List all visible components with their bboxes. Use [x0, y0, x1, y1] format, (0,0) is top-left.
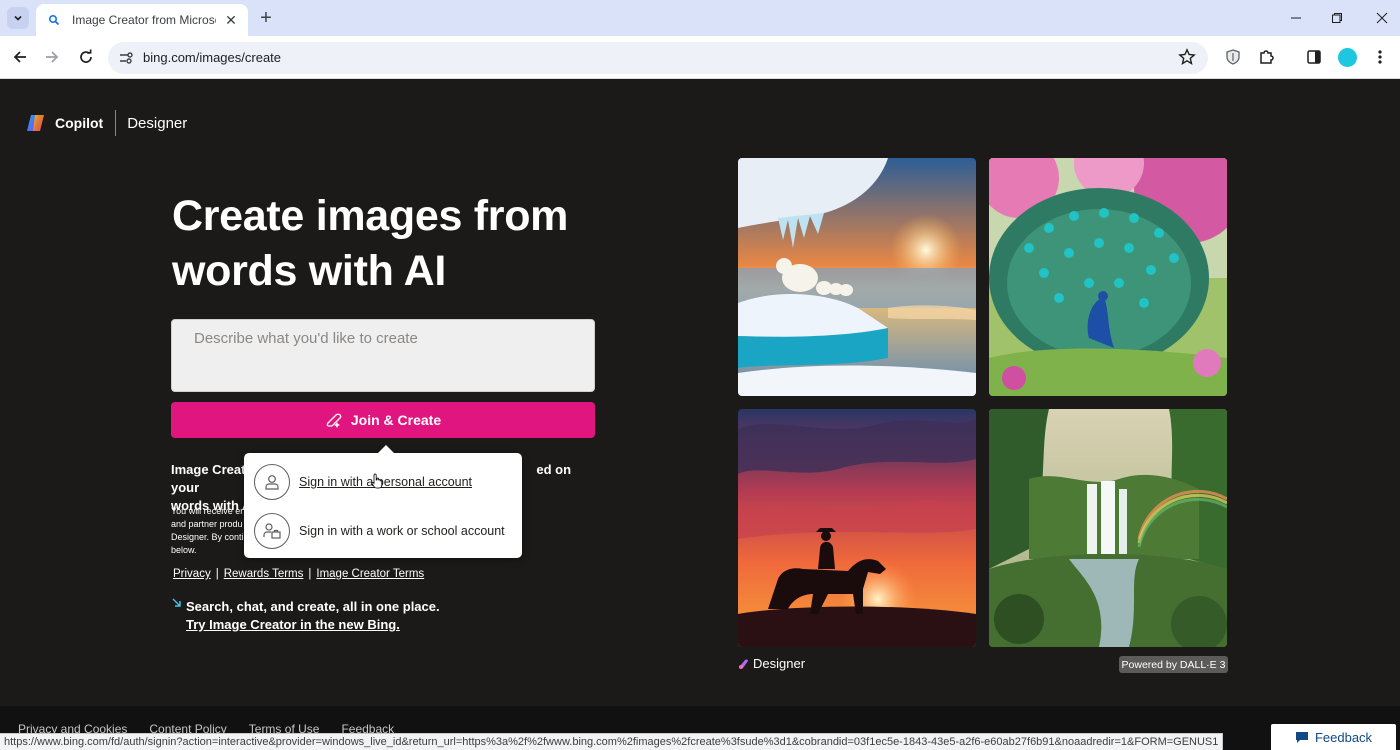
gallery-image-peacock[interactable] [989, 158, 1227, 396]
status-bar-url: https://www.bing.com/fd/auth/signin?acti… [0, 733, 1224, 750]
new-tab-button[interactable]: + [257, 8, 275, 28]
disclaimer-heading-part1: Image Creato [171, 462, 254, 477]
browser-toolbar: bing.com/images/create [0, 36, 1400, 79]
address-bar[interactable]: bing.com/images/create [108, 42, 1208, 74]
feedback-button[interactable]: Feedback [1271, 724, 1396, 750]
hero-title: Create images from words with AI [172, 192, 569, 295]
spark-arrow-icon [172, 598, 181, 607]
work-account-icon [254, 513, 290, 549]
tab-title: Image Creator from Microsoft D [72, 13, 216, 27]
gallery-image-cowboy-sunset[interactable] [738, 409, 976, 647]
join-create-button[interactable]: Join & Create [171, 402, 595, 438]
gallery-image-polar-bears[interactable] [738, 158, 976, 396]
gallery-designer-label: Designer [753, 656, 806, 671]
tab-close-icon[interactable]: ✕ [222, 11, 240, 29]
close-window-icon[interactable] [1374, 10, 1390, 26]
feedback-button-label: Feedback [1314, 729, 1373, 745]
rewards-terms-link[interactable]: Rewards Terms [224, 568, 304, 580]
signin-personal-option[interactable]: Sign in with a personal account [254, 463, 516, 501]
forward-arrow-icon[interactable] [42, 47, 62, 67]
browser-tab-bar: Image Creator from Microsoft D ✕ + [0, 0, 1400, 36]
gallery-designer-brand: Designer [738, 656, 805, 671]
browser-tab[interactable]: Image Creator from Microsoft D ✕ [36, 4, 248, 36]
reload-icon[interactable] [76, 47, 96, 67]
bookmark-star-icon[interactable] [1178, 48, 1196, 66]
tab-search-button[interactable] [7, 7, 29, 29]
page-content: Copilot Designer Create images from word… [0, 79, 1400, 750]
hand-cursor-icon [371, 473, 383, 489]
try-new-bing-link[interactable]: Try Image Creator in the new Bing. [186, 617, 400, 632]
brand-divider [115, 110, 117, 136]
minimize-icon[interactable] [1288, 10, 1304, 26]
terms-separator: | [308, 568, 312, 580]
restore-icon[interactable] [1329, 10, 1345, 26]
designer-logo-icon [739, 658, 748, 669]
designer-label: Designer [127, 114, 188, 132]
signin-work-label: Sign in with a work or school account [299, 524, 505, 538]
side-panel-icon[interactable] [1305, 48, 1323, 66]
more-menu-icon[interactable] [1371, 48, 1389, 66]
copilot-label: Copilot [55, 115, 104, 131]
site-info-icon[interactable] [118, 50, 134, 66]
profile-avatar[interactable] [1338, 48, 1357, 67]
prompt-input-container [171, 319, 595, 392]
gallery-image-waterfall[interactable] [989, 409, 1227, 647]
extensions-puzzle-icon[interactable] [1257, 48, 1275, 66]
signin-personal-label: Sign in with a personal account [299, 475, 473, 489]
join-create-label: Join & Create [350, 412, 442, 428]
bing-search-favicon-icon [46, 12, 62, 28]
terms-separator: | [215, 568, 219, 580]
signin-work-option[interactable]: Sign in with a work or school account [254, 512, 516, 550]
chevron-down-icon [14, 15, 22, 21]
image-creator-terms-link[interactable]: Image Creator Terms [316, 568, 424, 580]
feedback-chat-icon [1295, 731, 1308, 743]
dalle-badge: Powered by DALL·E 3 [1119, 656, 1228, 673]
terms-links: Privacy | Rewards Terms | Image Creator … [173, 568, 424, 580]
personal-account-icon [254, 464, 290, 500]
signin-menu: Sign in with a personal account Sign in … [244, 445, 522, 558]
brush-sparkle-icon [326, 413, 342, 428]
shield-extension-icon[interactable] [1224, 48, 1242, 66]
prompt-input[interactable] [172, 320, 594, 391]
privacy-link[interactable]: Privacy [173, 568, 211, 580]
copilot-logo-icon [27, 115, 44, 131]
address-text: bing.com/images/create [143, 50, 282, 65]
back-arrow-icon[interactable] [10, 47, 30, 67]
brand-header[interactable]: Copilot Designer [25, 110, 187, 136]
promo-text: Search, chat, and create, all in one pla… [186, 599, 440, 614]
